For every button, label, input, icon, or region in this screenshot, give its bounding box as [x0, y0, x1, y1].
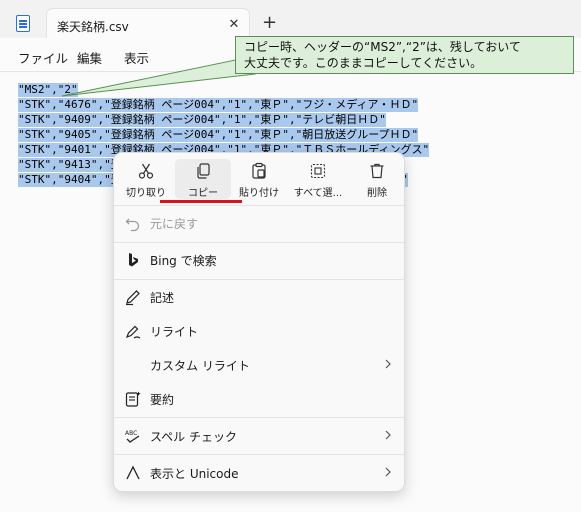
- cut-button[interactable]: 切り取り: [118, 159, 174, 199]
- context-menu: 切り取り コピー 貼り付け すべて選... 削除 元に戻す Bing で検索 記…: [113, 152, 405, 492]
- svg-text:ABC: ABC: [125, 430, 137, 437]
- tab-title: 楽天銘柄.csv: [57, 20, 129, 34]
- summary-icon: [125, 391, 141, 407]
- custom-rewrite-label: カスタム リライト: [150, 359, 250, 373]
- callout-line-1: コピー時、ヘッダーの“MS2”,“2”は、残しておいて: [244, 40, 521, 54]
- select-all-label: すべて選...: [293, 188, 343, 199]
- trash-icon: [370, 163, 384, 179]
- text-line: "STK","4676","登録銘柄 ページ004","1","東Ｐ","フジ・…: [18, 98, 419, 112]
- notepad-icon: [16, 15, 30, 32]
- bing-icon: [129, 253, 138, 267]
- paste-button[interactable]: 貼り付け: [231, 159, 287, 199]
- rewrite-label: リライト: [150, 325, 199, 339]
- pen-icon: [126, 290, 140, 306]
- file-tab[interactable]: 楽天銘柄.csv ✕: [46, 8, 250, 42]
- divider: [114, 417, 404, 418]
- menu-item-unicode[interactable]: 表示と Unicode: [114, 456, 404, 490]
- describe-label: 記述: [150, 291, 175, 305]
- chevron-right-icon: [385, 359, 391, 369]
- paste-icon: [252, 162, 266, 179]
- new-tab-button[interactable]: +: [262, 14, 277, 32]
- select-all-icon: [310, 163, 326, 179]
- cut-label: 切り取り: [126, 188, 166, 199]
- undo-icon: [125, 218, 140, 232]
- menu-item-describe[interactable]: 記述: [114, 280, 404, 314]
- spellcheck-icon: ABC: [125, 430, 140, 443]
- close-tab-button[interactable]: ✕: [225, 16, 243, 34]
- copy-button[interactable]: コピー: [175, 159, 231, 199]
- delete-button[interactable]: 削除: [349, 159, 405, 199]
- callout-box: コピー時、ヘッダーの“MS2”,“2”は、残しておいて 大丈夫です。このままコピ…: [235, 36, 574, 74]
- context-toolbar: 切り取り コピー 貼り付け すべて選... 削除: [114, 153, 404, 205]
- delete-label: 削除: [367, 188, 387, 199]
- text-line: "MS2","2": [18, 83, 78, 97]
- title-bar: 楽天銘柄.csv ✕ +: [0, 0, 581, 42]
- copy-icon: [197, 163, 210, 179]
- menu-view[interactable]: 表示: [124, 48, 149, 67]
- chevron-right-icon: [385, 430, 391, 440]
- chevron-right-icon: [385, 467, 391, 477]
- select-all-button[interactable]: すべて選...: [290, 159, 346, 199]
- menu-item-spellcheck[interactable]: ABC スペル チェック: [114, 419, 404, 453]
- undo-label: 元に戻す: [150, 217, 199, 231]
- unicode-label: 表示と Unicode: [150, 467, 239, 481]
- spellcheck-label: スペル チェック: [150, 430, 237, 444]
- summarize-label: 要約: [150, 393, 175, 407]
- copy-label: コピー: [188, 188, 218, 199]
- paste-label: 貼り付け: [239, 188, 279, 199]
- menu-item-custom-rewrite[interactable]: カスタム リライト: [114, 348, 404, 382]
- menu-item-bing-search[interactable]: Bing で検索: [114, 243, 404, 277]
- text-line: "STK","9405","登録銘柄 ページ004","1","東Ｐ","朝日放…: [18, 128, 419, 142]
- copy-highlight-underline: [160, 200, 242, 203]
- menu-file[interactable]: ファイル: [18, 48, 68, 67]
- menu-edit[interactable]: 編集: [77, 48, 102, 67]
- rewrite-icon: [125, 325, 141, 339]
- menu-item-undo[interactable]: 元に戻す: [114, 206, 404, 240]
- menu-item-rewrite[interactable]: リライト: [114, 314, 404, 348]
- divider: [114, 454, 404, 455]
- scissors-icon: [138, 163, 154, 179]
- menu-item-summarize[interactable]: 要約: [114, 382, 404, 416]
- text-line: "STK","9409","登録銘柄 ページ004","1","東Ｐ","テレビ…: [18, 113, 386, 127]
- bing-search-label: Bing で検索: [150, 254, 217, 268]
- unicode-icon: [126, 465, 140, 480]
- callout-line-2: 大丈夫です。このままコピーしてください。: [244, 56, 483, 70]
